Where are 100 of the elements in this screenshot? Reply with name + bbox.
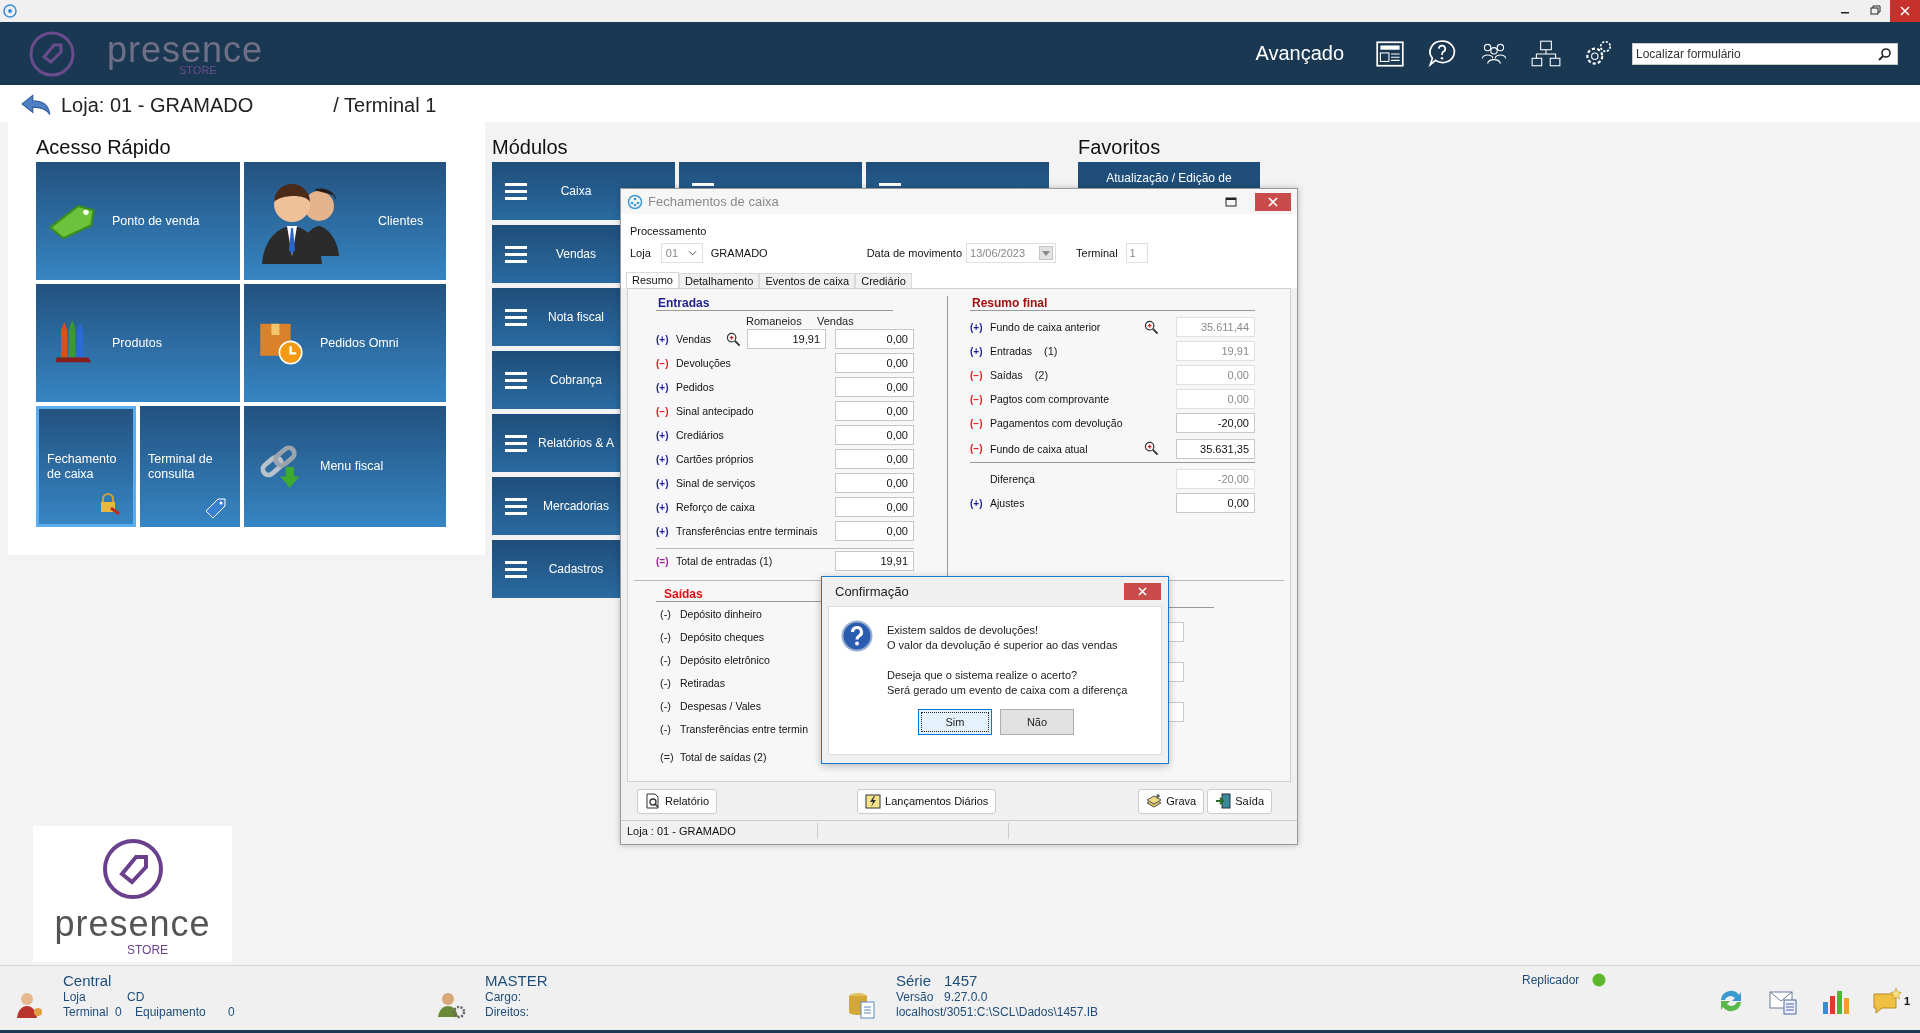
- sign-label: (-): [660, 630, 672, 643]
- back-arrow-icon[interactable]: [20, 93, 52, 117]
- tile-label: Produtos: [112, 335, 163, 351]
- role-label: Cargo:: [485, 990, 523, 1005]
- amount-field[interactable]: -20,00: [1176, 413, 1255, 433]
- sign-label: (−): [970, 417, 984, 429]
- row-label: Crediários: [676, 429, 725, 441]
- quick-tile[interactable]: Clientes: [244, 162, 446, 280]
- store-dropdown[interactable]: 01: [660, 243, 703, 263]
- column-header: Vendas: [817, 315, 854, 327]
- action-button[interactable]: Grava: [1138, 788, 1205, 814]
- row-label: Vendas: [676, 333, 713, 345]
- column-header: Romaneios: [746, 315, 803, 327]
- row-label: Ajustes: [990, 497, 1025, 509]
- amount-field[interactable]: 0,00: [835, 329, 914, 349]
- row-label: Transferências entre terminais: [676, 525, 819, 537]
- quick-tile[interactable]: Menu fiscal: [244, 406, 446, 527]
- message-star-icon[interactable]: [1871, 986, 1902, 1016]
- close-icon[interactable]: [1124, 583, 1161, 600]
- reference-label: (1): [1044, 345, 1058, 357]
- dialog-button[interactable]: Sim: [918, 709, 992, 735]
- quick-tile[interactable]: Produtos: [36, 284, 240, 402]
- sign-label: (+): [656, 453, 670, 465]
- tab[interactable]: Detalhamento: [678, 273, 760, 288]
- search-box[interactable]: Localizar formulário: [1632, 42, 1898, 65]
- row-label: Depósito eletrônico: [680, 653, 771, 666]
- amount-field[interactable]: 0,00: [835, 497, 914, 517]
- row-label: Devoluções: [676, 357, 732, 369]
- sign-label: (−): [970, 443, 984, 454]
- row-label: Fundo de caixa atual: [990, 442, 1088, 455]
- sign-label: (-): [660, 607, 672, 620]
- question-icon: [841, 620, 873, 652]
- sign-label: (-): [660, 699, 672, 712]
- quick-tile[interactable]: Fechamento de caixa: [36, 406, 136, 527]
- amount-field[interactable]: 0,00: [835, 353, 914, 373]
- amount-field[interactable]: 19,91: [835, 551, 914, 571]
- favorite-tile[interactable]: Atualização / Edição de: [1078, 162, 1260, 188]
- close-icon[interactable]: [1255, 192, 1291, 211]
- menu-icon: [505, 434, 527, 452]
- sign-label: (+): [656, 333, 670, 345]
- store-name: GRAMADO: [710, 247, 768, 259]
- maximize-icon[interactable]: [1224, 195, 1238, 208]
- dialog-message: Deseja que o sistema realize o acerto?: [887, 668, 1079, 683]
- tab[interactable]: Resumo: [626, 272, 679, 288]
- terminal-value: 0: [115, 1005, 123, 1020]
- row-label: Saídas: [990, 369, 1023, 381]
- amount-field[interactable]: 0,00: [835, 425, 914, 445]
- zoom-in-icon[interactable]: [1144, 441, 1159, 456]
- amount-field[interactable]: 0,00: [835, 401, 914, 421]
- exit-door-icon: [1215, 793, 1232, 809]
- menu-icon: [505, 560, 527, 578]
- amount-field[interactable]: 0,00: [835, 473, 914, 493]
- tile-label: Clientes: [378, 213, 424, 229]
- notification-count: 1: [1903, 995, 1910, 1007]
- search-icon[interactable]: [1878, 46, 1892, 61]
- zoom-in-icon[interactable]: [726, 331, 741, 347]
- amount-field[interactable]: 0,00: [1176, 493, 1255, 513]
- menu-icon: [505, 371, 527, 389]
- date-field[interactable]: 13/06/2023: [966, 243, 1057, 263]
- tab[interactable]: Eventos de caixa: [759, 273, 856, 288]
- tile-label: Pedidos Omni: [320, 335, 399, 351]
- sign-label: (−): [656, 357, 670, 369]
- terminal-field[interactable]: 1: [1125, 243, 1148, 263]
- store-label: Loja: [630, 247, 651, 259]
- action-button[interactable]: Lançamentos Diários: [857, 788, 997, 814]
- sign-label: (=): [656, 555, 670, 567]
- close-icon[interactable]: [1890, 0, 1920, 22]
- quick-tile[interactable]: Ponto de venda: [36, 162, 240, 280]
- tab[interactable]: Crediário: [855, 273, 912, 288]
- action-button[interactable]: Saída: [1207, 788, 1272, 814]
- tile-label: Terminal de consulta: [148, 451, 214, 482]
- quick-tile[interactable]: Terminal de consulta: [140, 406, 240, 527]
- row-label: Diferença: [990, 473, 1035, 485]
- database-path: localhost/3051:C:\SCL\Dados\1457.IB: [896, 1005, 1099, 1020]
- amount-field[interactable]: 0,00: [835, 377, 914, 397]
- quick-tile[interactable]: Pedidos Omni: [244, 284, 446, 402]
- sign-label: (−): [970, 369, 984, 381]
- row-label: Fundo de caixa anterior: [990, 321, 1101, 333]
- section-heading: Resumo final: [970, 296, 1255, 311]
- amount-field[interactable]: 35.631,35: [1176, 438, 1255, 459]
- row-label: Entradas: [990, 345, 1033, 357]
- mode-label[interactable]: Avançado: [1255, 42, 1344, 65]
- app-icon: [3, 4, 17, 18]
- row-label: Transferências entre termin: [680, 722, 809, 735]
- menu-icon: [505, 308, 527, 326]
- sign-label: (+): [656, 381, 670, 393]
- stack-save-icon: [1146, 793, 1163, 809]
- sign-label: (+): [656, 525, 670, 537]
- date-label: Data de movimento: [866, 247, 963, 259]
- row-label: Cartões próprios: [676, 453, 755, 465]
- row-label: Total de saídas (2): [680, 750, 768, 763]
- amount-field[interactable]: 0,00: [835, 449, 914, 469]
- sign-label: (-): [660, 653, 672, 666]
- amount-field[interactable]: 0,00: [835, 521, 914, 541]
- sign-label: (-): [660, 722, 672, 735]
- dialog-button[interactable]: Não: [1000, 709, 1074, 735]
- action-button[interactable]: Relatório: [637, 788, 718, 814]
- row-label: Sinal antecipado: [676, 405, 755, 417]
- amount-field[interactable]: 19,91: [747, 329, 826, 349]
- replicator-label: Replicador: [1522, 972, 1580, 988]
